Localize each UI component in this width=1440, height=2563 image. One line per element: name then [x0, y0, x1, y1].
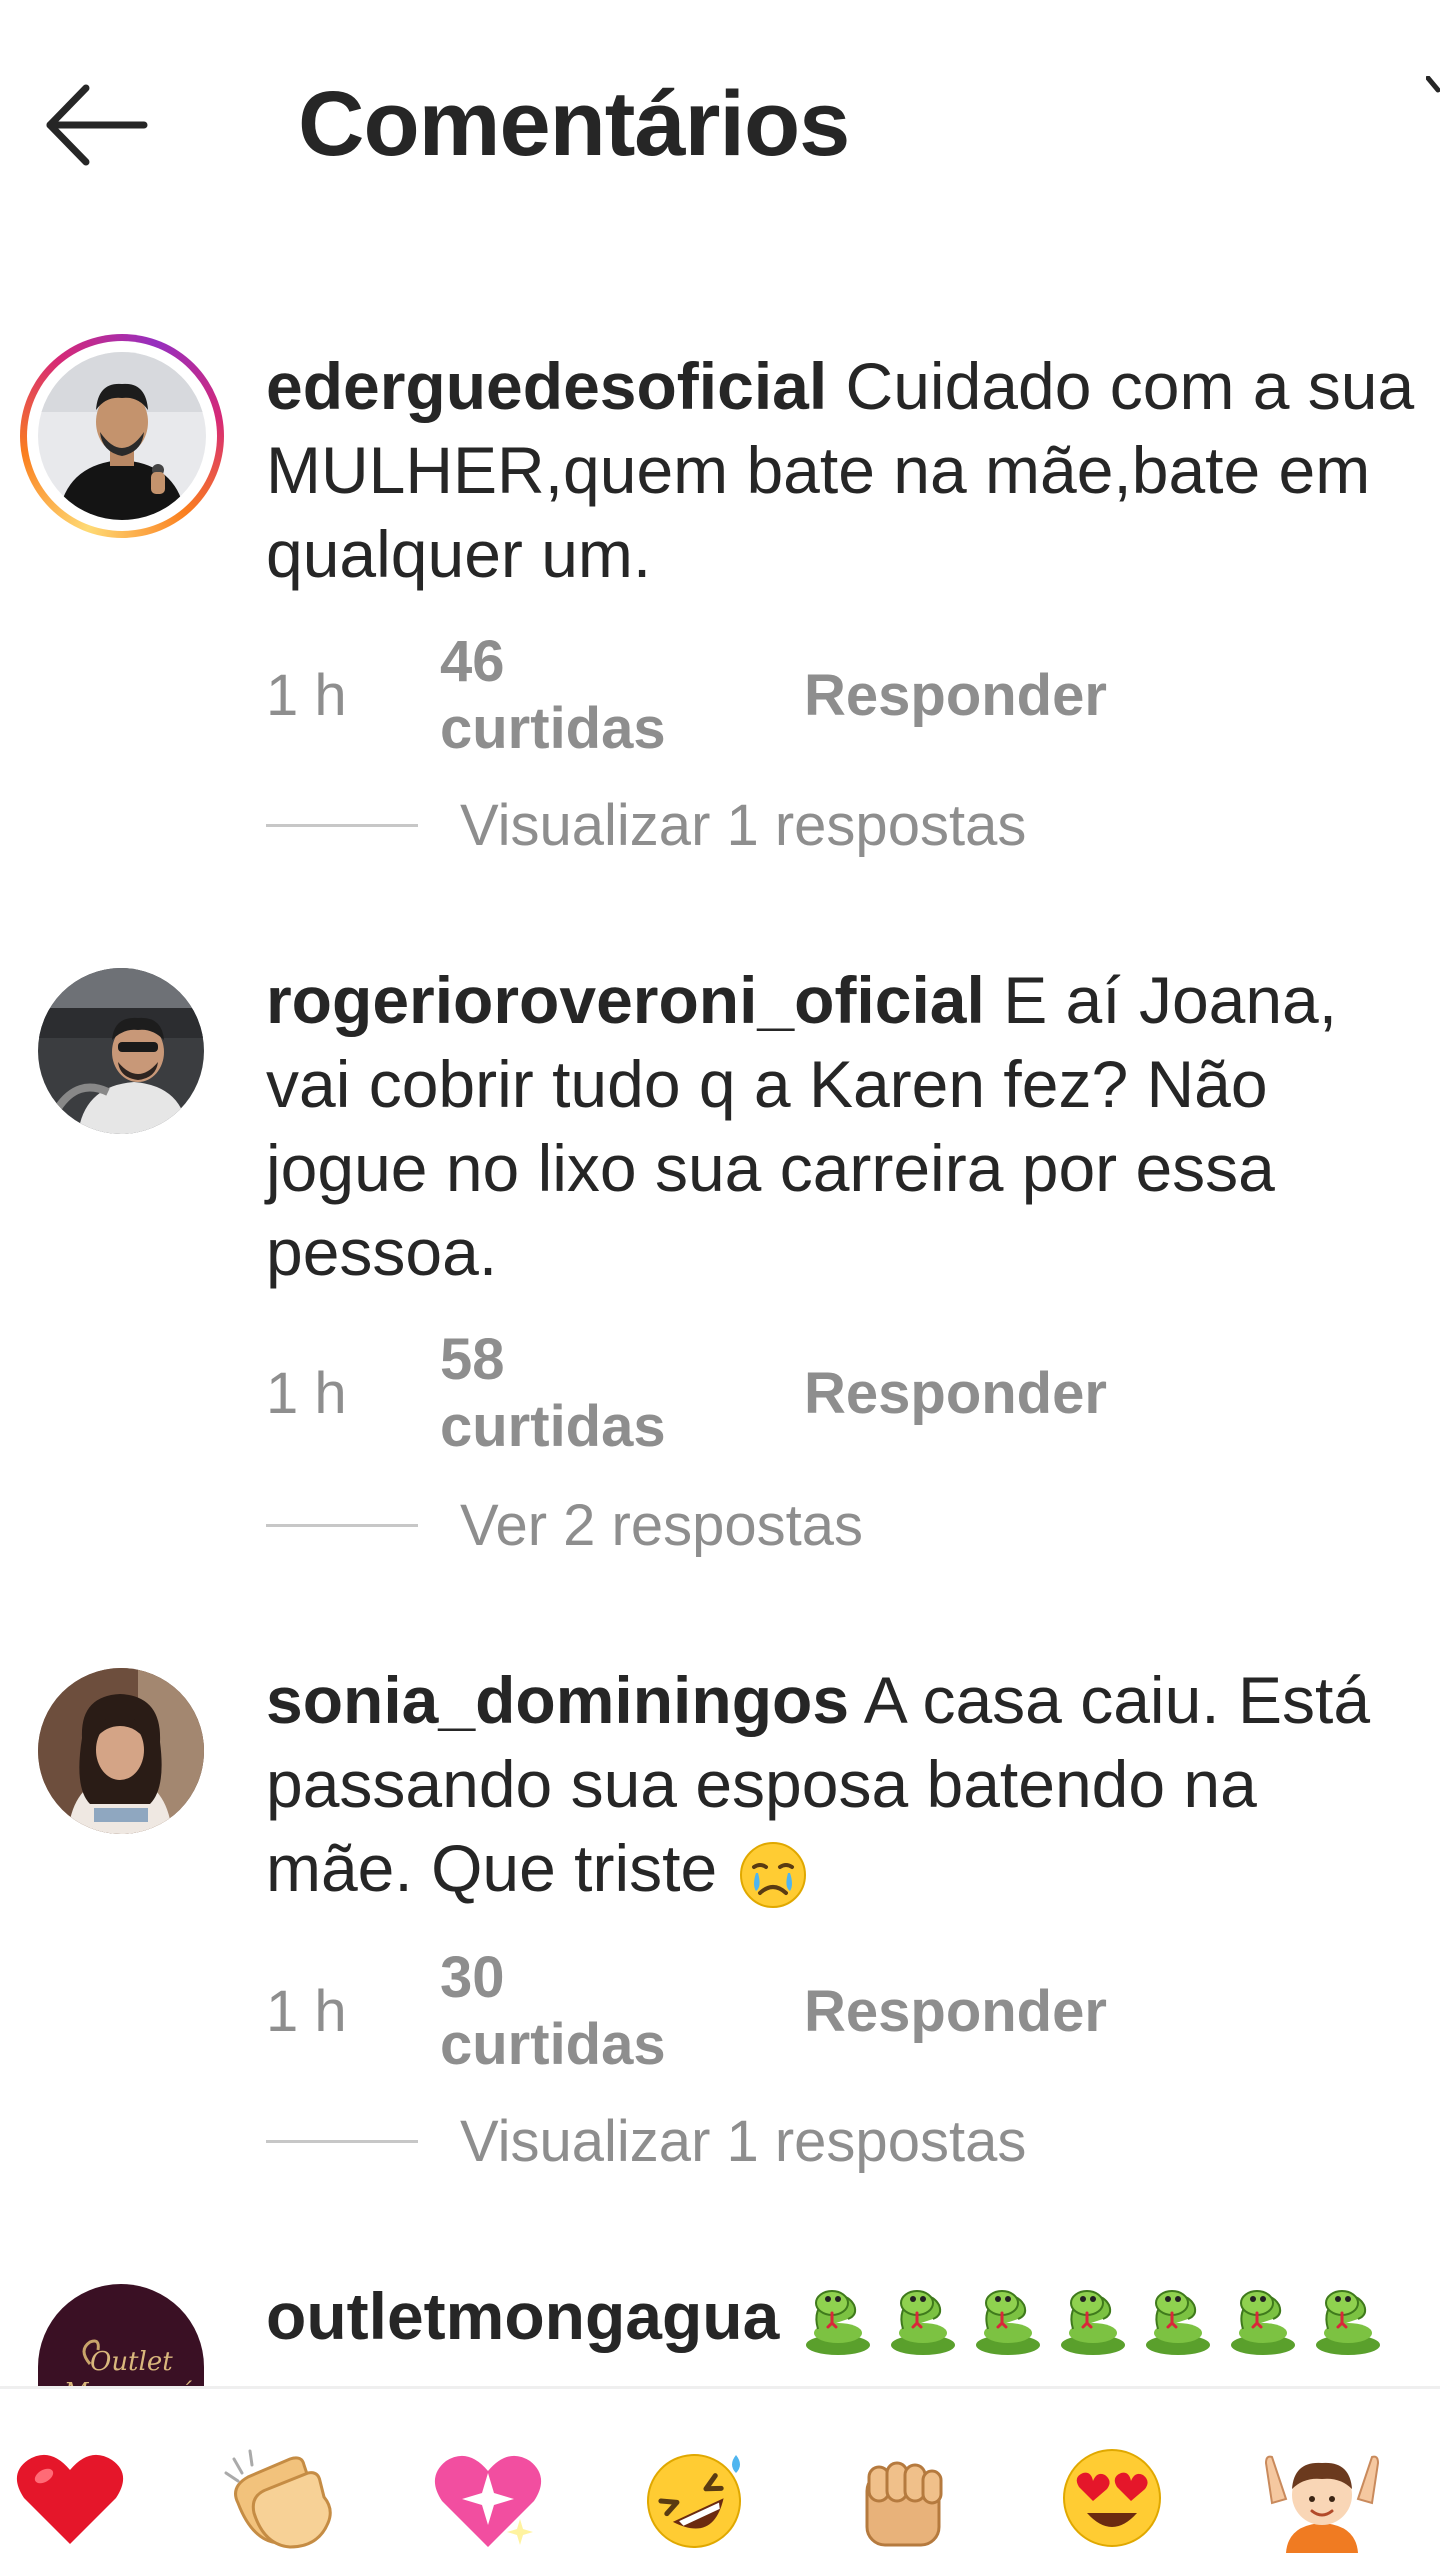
emoji-quick-bar	[0, 2386, 1440, 2563]
view-replies-label: Ver 2 respostas	[460, 1493, 863, 1558]
emoji-button-clap[interactable]	[220, 2443, 340, 2553]
fist-icon	[865, 2461, 943, 2547]
snake-icon	[975, 2289, 1040, 2355]
replies-divider	[266, 1524, 418, 1527]
comment-time: 1 h	[266, 662, 347, 728]
comment-username[interactable]: rogerioroveroni_oficial	[266, 963, 985, 1037]
story-ring[interactable]	[20, 334, 224, 538]
crying-face-icon	[739, 1841, 806, 1908]
reply-button[interactable]: Responder	[804, 1978, 1107, 2045]
view-replies-button[interactable]: Ver 2 respostas	[266, 1492, 863, 1559]
sparkling-heart-icon	[434, 2455, 542, 2547]
svg-text:Mongaguá: Mongaguá	[63, 2378, 193, 2386]
header: Comentários	[0, 0, 1440, 260]
red-heart-icon	[16, 2454, 124, 2544]
comment-time: 1 h	[266, 1978, 347, 2044]
snake-icon	[805, 2289, 870, 2355]
emoji-button-rofl[interactable]	[636, 2443, 756, 2553]
emoji-button-heart-eyes[interactable]	[1052, 2443, 1172, 2553]
avatar	[38, 352, 206, 520]
arrow-left-icon	[46, 84, 148, 166]
replies-divider	[266, 824, 418, 827]
view-replies-button[interactable]: Visualizar 1 respostas	[266, 2108, 1026, 2175]
rolling-laughing-icon	[647, 2454, 741, 2548]
emoji-button-fist[interactable]	[842, 2443, 962, 2553]
replies-divider	[266, 2140, 418, 2143]
comment-username[interactable]: outletmongagua	[266, 2279, 779, 2353]
reply-button[interactable]: Responder	[804, 1360, 1107, 1427]
comment-likes[interactable]: 30 curtidas	[440, 1944, 710, 2078]
page-title: Comentários	[298, 73, 850, 175]
comment-meta: 1 h 58 curtidas Responder	[266, 1326, 1107, 1460]
clapping-hands-icon	[224, 2449, 332, 2549]
view-replies-label: Visualizar 1 respostas	[460, 793, 1027, 858]
comment-text-block: rogerioroveroni_oficial E aí Joana, vai …	[266, 958, 1416, 1294]
svg-text:Outlet: Outlet	[90, 2347, 173, 2377]
heart-eyes-icon	[1063, 2449, 1161, 2547]
comment-text-block: sonia_dominingos A casa caiu. Está passa…	[266, 1658, 1416, 1911]
comment-username[interactable]: ederguedesoficial	[266, 349, 827, 423]
comment-text-block: outletmongagua	[266, 2274, 1416, 2359]
comment-time: 1 h	[266, 1360, 347, 1426]
view-replies-label: Visualizar 1 respostas	[460, 2109, 1027, 2174]
direct-icon-edge[interactable]	[1426, 76, 1440, 106]
reply-button[interactable]: Responder	[804, 662, 1107, 729]
view-replies-button[interactable]: Visualizar 1 respostas	[266, 792, 1026, 859]
comment-likes[interactable]: 46 curtidas	[440, 628, 710, 762]
snake-emoji-row	[798, 2279, 1393, 2355]
snake-icon	[1060, 2289, 1125, 2355]
comment-username[interactable]: sonia_dominingos	[266, 1663, 849, 1737]
emoji-button-raising-hands[interactable]	[1262, 2443, 1382, 2553]
avatar[interactable]	[38, 1668, 204, 1834]
raising-hands-person-icon	[1264, 2455, 1380, 2553]
snake-icon	[1145, 2289, 1210, 2355]
comment-meta: 1 h 30 curtidas Responder	[266, 1944, 1107, 2078]
emoji-button-heart[interactable]	[10, 2443, 130, 2553]
emoji-button-sparkling-heart[interactable]	[428, 2443, 548, 2553]
comment-text-block: ederguedesoficial Cuidado com a sua MULH…	[266, 344, 1416, 596]
snake-icon	[890, 2289, 955, 2355]
snake-icon	[1230, 2289, 1295, 2355]
avatar[interactable]	[38, 968, 204, 1134]
avatar[interactable]: Outlet Mongaguá	[38, 2284, 204, 2386]
comment-likes[interactable]: 58 curtidas	[440, 1326, 710, 1460]
comment-meta: 1 h 46 curtidas Responder	[266, 628, 1107, 762]
back-button[interactable]	[30, 70, 160, 180]
snake-icon	[1315, 2289, 1380, 2355]
